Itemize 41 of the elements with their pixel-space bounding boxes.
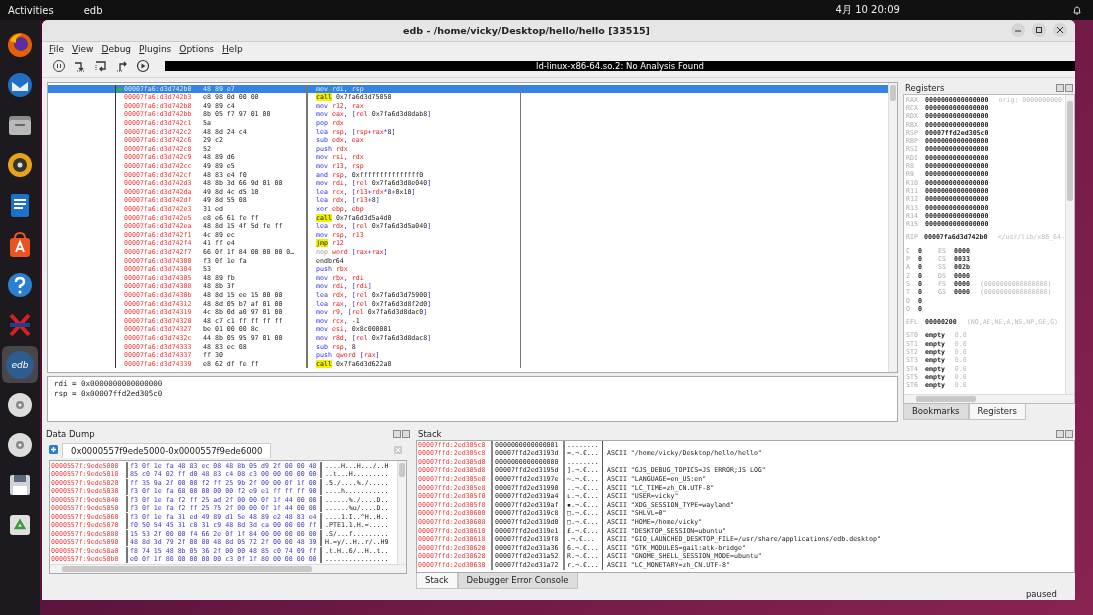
panel-title: Data Dump bbox=[46, 428, 95, 439]
menu-item[interactable]: Debug bbox=[101, 43, 132, 54]
menu-item[interactable]: File bbox=[49, 43, 65, 54]
minimize-button[interactable] bbox=[1011, 23, 1025, 38]
menu-item[interactable]: Help bbox=[222, 43, 243, 54]
panel-title: Registers bbox=[905, 82, 945, 93]
scrollbar[interactable] bbox=[397, 460, 406, 564]
step-over-icon[interactable] bbox=[94, 59, 108, 74]
step-out-icon[interactable] bbox=[115, 59, 129, 74]
add-tab-button[interactable] bbox=[49, 444, 58, 454]
run-icon[interactable] bbox=[136, 59, 150, 74]
scrollbar[interactable] bbox=[888, 82, 897, 372]
menu-item[interactable]: Options bbox=[179, 43, 215, 54]
mail-icon bbox=[6, 70, 34, 99]
activities-button[interactable]: Activities bbox=[8, 4, 54, 16]
step-into-icon[interactable] bbox=[73, 59, 87, 74]
window-title: edb - /home/vicky/Desktop/hello/hello [33515] bbox=[402, 24, 651, 36]
app-menu[interactable]: edb bbox=[83, 4, 103, 16]
speaker-icon bbox=[6, 150, 34, 179]
menu-item[interactable]: View bbox=[72, 43, 94, 54]
float-button[interactable] bbox=[1056, 429, 1064, 438]
disc-icon bbox=[6, 430, 34, 459]
menu-item[interactable]: Plugins bbox=[139, 43, 172, 54]
scrollbar[interactable] bbox=[904, 393, 1074, 403]
disc-icon bbox=[6, 390, 34, 419]
close-button[interactable] bbox=[1053, 23, 1067, 38]
float-button[interactable] bbox=[1056, 83, 1064, 92]
panel-title: Stack bbox=[418, 428, 442, 439]
clock[interactable]: 4月 10 20:09 bbox=[275, 3, 900, 17]
scrollbar[interactable] bbox=[1065, 94, 1074, 394]
pause-icon[interactable] bbox=[52, 59, 66, 74]
arrow-icon bbox=[116, 86, 123, 92]
status-text: paused bbox=[1025, 588, 1057, 600]
browser-icon bbox=[6, 30, 34, 59]
tab[interactable]: 0x0000557f9ede5000-0x0000557f9ede6000 bbox=[62, 442, 272, 458]
help-icon bbox=[6, 270, 34, 299]
analysis-status: ld-linux-x86-64.so.2: No Analysis Found bbox=[165, 61, 1075, 72]
float-button[interactable] bbox=[393, 429, 401, 438]
notification-icon[interactable] bbox=[1073, 5, 1081, 15]
maximize-button[interactable] bbox=[1032, 23, 1046, 38]
scrollbar[interactable] bbox=[50, 563, 406, 573]
